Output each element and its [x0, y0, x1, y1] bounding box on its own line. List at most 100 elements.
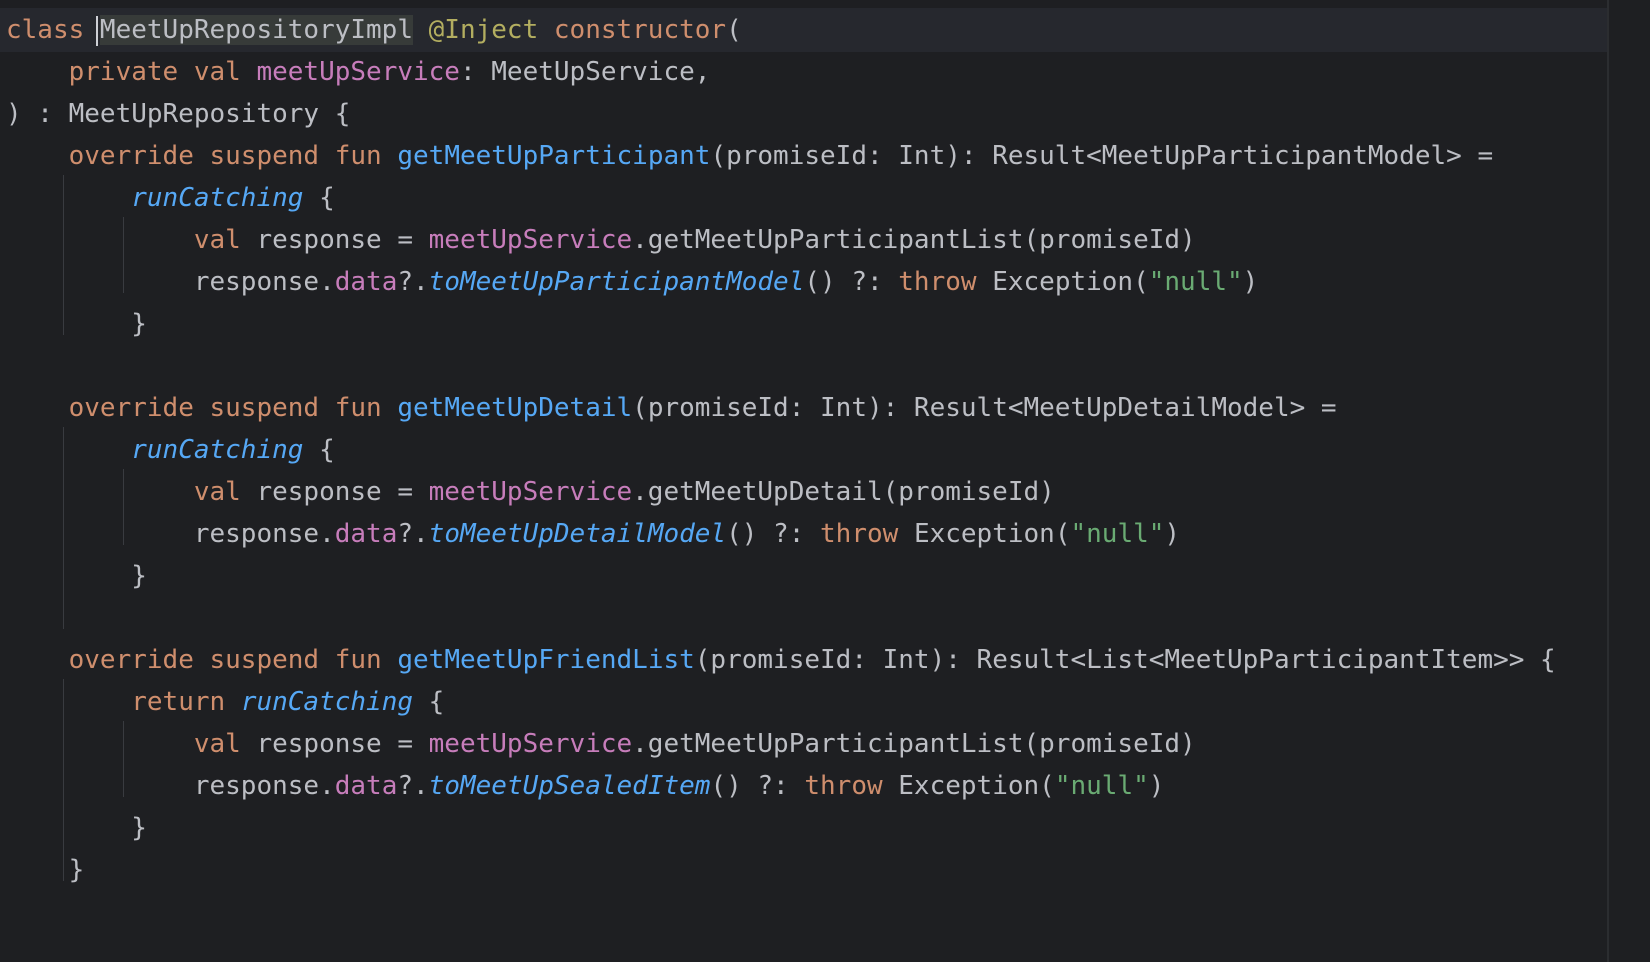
- code-line[interactable]: response.data?.toMeetUpDetailModel() ?: …: [6, 512, 1180, 556]
- code-token: (promiseId: Int): Result<List<MeetUpPart…: [694, 645, 1556, 675]
- code-token: () ?:: [710, 771, 805, 801]
- code-token: }: [6, 813, 147, 843]
- code-token: (promiseId: Int): Result<MeetUpParticipa…: [710, 141, 1494, 171]
- code-token: override suspend fun: [68, 141, 398, 171]
- code-token: val: [193, 729, 257, 759]
- code-token: toMeetUpSealedItem: [428, 771, 711, 801]
- code-token: : MeetUpService,: [459, 57, 711, 87]
- code-token: meetUpService: [428, 729, 633, 759]
- code-line[interactable]: response.data?.toMeetUpParticipantModel(…: [6, 260, 1259, 304]
- code-token: getMeetUpParticipant: [397, 141, 711, 171]
- code-token: throw: [898, 267, 993, 297]
- code-token: data: [334, 519, 398, 549]
- code-token: response.: [6, 771, 335, 801]
- code-token: Exception(: [913, 519, 1071, 549]
- code-token: throw: [804, 771, 899, 801]
- code-line[interactable]: response.data?.toMeetUpSealedItem() ?: t…: [6, 764, 1165, 808]
- code-token: .getMeetUpParticipantList(promiseId): [632, 729, 1196, 759]
- code-token: toMeetUpParticipantModel: [428, 267, 805, 297]
- code-token: Exception(: [898, 771, 1055, 801]
- code-line[interactable]: return runCatching {: [6, 680, 444, 724]
- code-token: override suspend fun: [68, 393, 398, 423]
- code-token: {: [413, 687, 445, 717]
- code-token: data: [334, 771, 398, 801]
- code-token: () ?:: [804, 267, 899, 297]
- code-line[interactable]: private val meetUpService: MeetUpService…: [6, 50, 711, 94]
- code-line[interactable]: override suspend fun getMeetUpFriendList…: [6, 638, 1556, 682]
- code-line[interactable]: }: [6, 554, 147, 598]
- code-token: @Inject: [428, 15, 539, 45]
- code-token: private val: [68, 57, 257, 87]
- code-token: .getMeetUpDetail(promiseId): [632, 477, 1055, 507]
- code-token: val: [193, 477, 257, 507]
- code-editor[interactable]: class MeetUpRepositoryImpl @Inject const…: [0, 0, 1650, 962]
- code-token: (promiseId: Int): Result<MeetUpDetailMod…: [632, 393, 1337, 423]
- code-token: () ?:: [726, 519, 821, 549]
- code-line[interactable]: val response = meetUpService.getMeetUpPa…: [6, 218, 1196, 262]
- code-token: class: [6, 15, 100, 45]
- code-token: runCatching: [240, 687, 413, 717]
- code-token: "null": [1054, 771, 1149, 801]
- code-line[interactable]: val response = meetUpService.getMeetUpDe…: [6, 470, 1055, 514]
- code-token: meetUpService: [256, 57, 460, 87]
- code-line[interactable]: class MeetUpRepositoryImpl @Inject const…: [6, 8, 742, 52]
- code-token: {: [303, 435, 335, 465]
- code-line[interactable]: val response = meetUpService.getMeetUpPa…: [6, 722, 1196, 766]
- code-token: return: [131, 687, 241, 717]
- code-token: runCatching: [131, 183, 304, 213]
- code-token: constructor: [553, 15, 727, 45]
- code-token: {: [303, 183, 335, 213]
- code-line[interactable]: runCatching {: [6, 176, 335, 220]
- code-token: .getMeetUpParticipantList(promiseId): [632, 225, 1196, 255]
- code-line[interactable]: }: [6, 806, 147, 850]
- code-token: throw: [820, 519, 914, 549]
- code-line[interactable]: }: [6, 848, 85, 892]
- code-token: override suspend fun: [68, 645, 398, 675]
- code-token: runCatching: [131, 435, 304, 465]
- code-token: ): [1148, 771, 1165, 801]
- code-token: ): [1164, 519, 1181, 549]
- code-token: meetUpService: [428, 225, 633, 255]
- code-token: meetUpService: [428, 477, 633, 507]
- right-margin-guide: [1607, 0, 1609, 962]
- code-token: "null": [1070, 519, 1165, 549]
- code-line[interactable]: runCatching {: [6, 428, 335, 472]
- code-line[interactable]: ) : MeetUpRepository {: [6, 92, 350, 136]
- code-token: ?.: [397, 519, 429, 549]
- code-token: response =: [256, 729, 429, 759]
- code-token: response =: [256, 225, 429, 255]
- code-token: ?.: [397, 267, 429, 297]
- text-caret: [95, 16, 98, 46]
- code-token: data: [334, 267, 398, 297]
- code-line[interactable]: override suspend fun getMeetUpParticipan…: [6, 134, 1493, 178]
- code-line[interactable]: }: [6, 302, 147, 346]
- code-token: response.: [6, 267, 335, 297]
- code-token: }: [6, 561, 147, 591]
- code-token: ?.: [397, 771, 429, 801]
- code-token: response.: [6, 519, 335, 549]
- code-token: MeetUpRepositoryImpl: [99, 15, 413, 45]
- code-token: Exception(: [992, 267, 1149, 297]
- code-token: getMeetUpDetail: [397, 393, 633, 423]
- code-token: getMeetUpFriendList: [397, 645, 695, 675]
- code-token: }: [6, 855, 85, 885]
- code-token: val: [193, 225, 257, 255]
- code-token: (: [726, 15, 742, 45]
- code-token: ): [1242, 267, 1259, 297]
- code-token: ) : MeetUpRepository {: [6, 99, 351, 129]
- code-token: response =: [256, 477, 429, 507]
- code-line[interactable]: override suspend fun getMeetUpDetail(pro…: [6, 386, 1337, 430]
- code-token: toMeetUpDetailModel: [428, 519, 727, 549]
